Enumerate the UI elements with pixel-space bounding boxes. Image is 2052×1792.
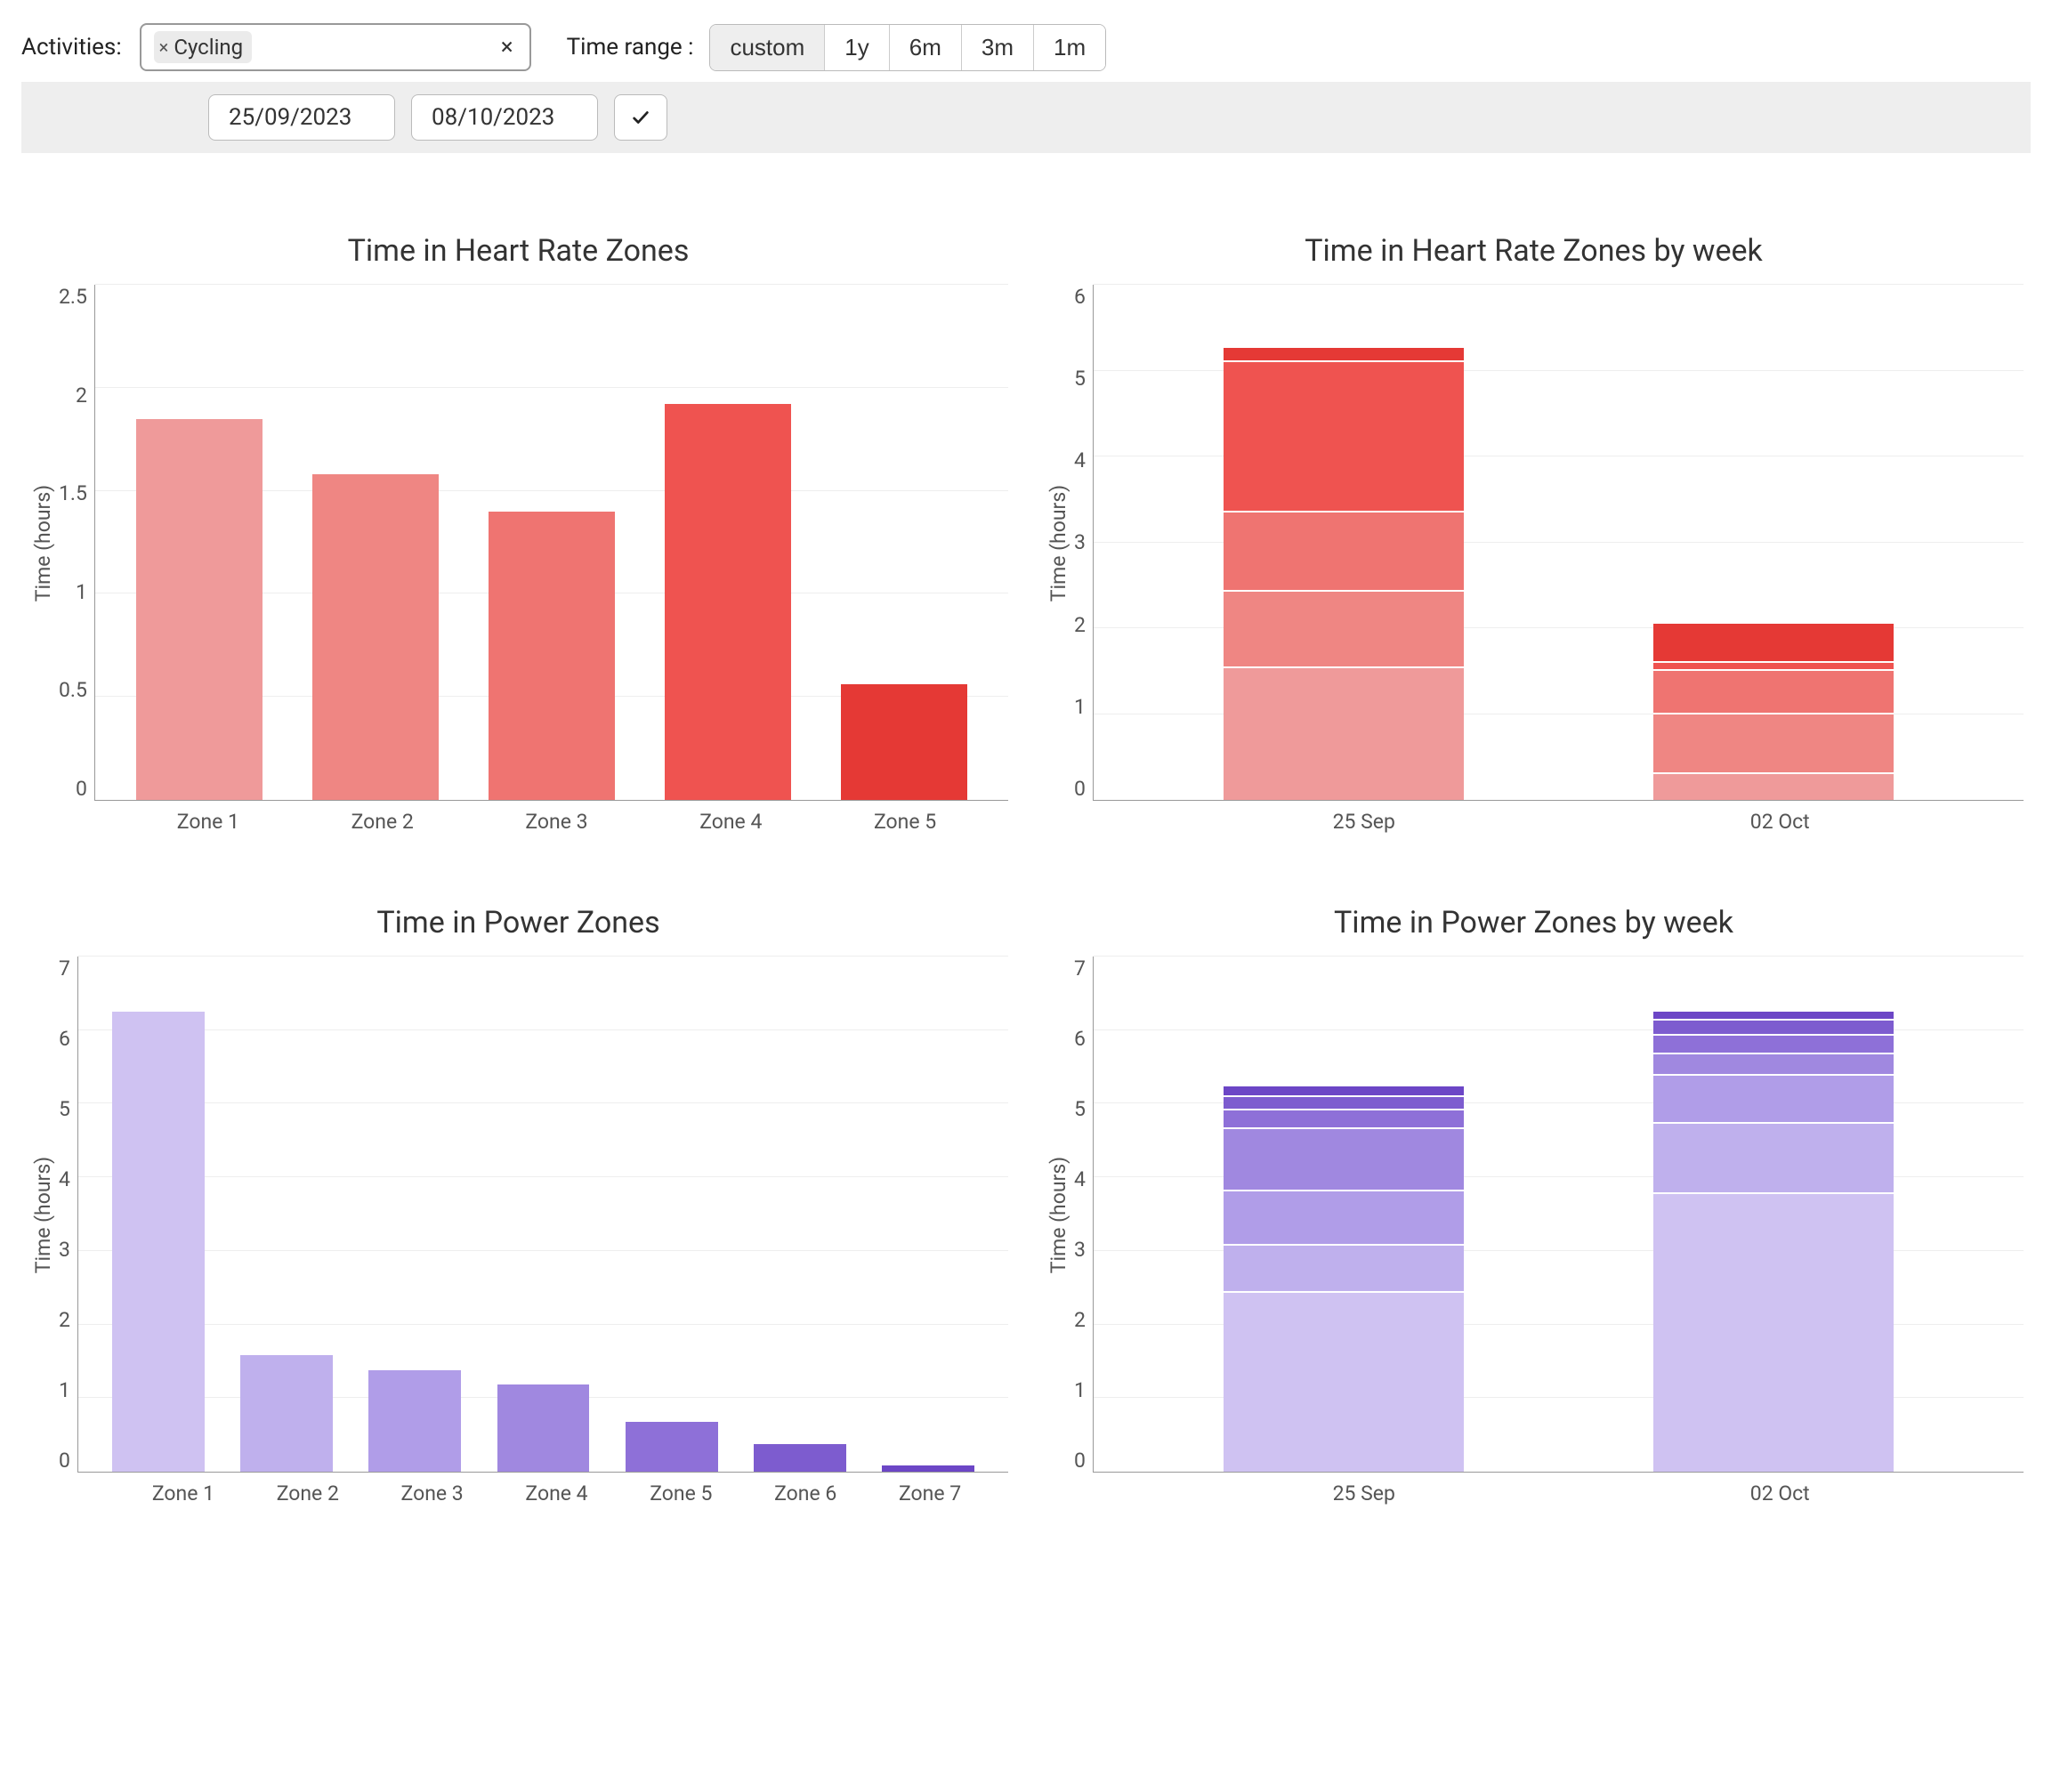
date-from-input[interactable]: 25/09/2023: [208, 94, 395, 141]
chart-hr_zones: Time in Heart Rate Zones Time (hours)2.52…: [28, 233, 1008, 834]
bar-segment: [1653, 713, 1894, 773]
stacked-bar[interactable]: [1653, 957, 1894, 1472]
date-to-input[interactable]: 08/10/2023: [411, 94, 598, 141]
time-range-option-1y[interactable]: 1y: [825, 25, 889, 70]
bar-segment: [1224, 1244, 1464, 1292]
x-axis-ticks: 25 Sep02 Oct: [1120, 1473, 2024, 1505]
x-axis-ticks: 25 Sep02 Oct: [1120, 801, 2024, 834]
time-range-label: Time range :: [567, 34, 694, 61]
time-range-option-6m[interactable]: 6m: [890, 25, 962, 70]
date-range-row: 25/09/2023 08/10/2023: [21, 82, 2031, 153]
chart-title: Time in Power Zones by week: [1044, 905, 2024, 940]
x-axis-ticks: Zone 1Zone 2Zone 3Zone 4Zone 5: [105, 801, 1008, 834]
chart-power_zones_week: Time in Power Zones by week Time (hours)7…: [1044, 905, 2024, 1505]
activities-multiselect[interactable]: × Cycling ×: [140, 23, 531, 71]
bar[interactable]: [136, 419, 263, 800]
y-axis-label: Time (hours): [1047, 1156, 1071, 1272]
bar[interactable]: [240, 1355, 333, 1472]
chart-hr_zones_week: Time in Heart Rate Zones by week Time (ho…: [1044, 233, 2024, 834]
activity-tag[interactable]: × Cycling: [154, 31, 252, 63]
plot-area: [1093, 957, 2024, 1473]
bar-segment: [1653, 1074, 1894, 1122]
bar-segment: [1653, 1192, 1894, 1472]
bar-segment: [1653, 624, 1894, 660]
bar-segment: [1224, 1291, 1464, 1472]
time-range-buttons: custom1y6m3m1m: [709, 24, 1106, 71]
stacked-bar[interactable]: [1224, 285, 1464, 800]
remove-tag-icon[interactable]: ×: [159, 36, 169, 58]
charts-grid: Time in Heart Rate ZonesTime (hours)2.52…: [21, 233, 2031, 1505]
chart-power_zones: Time in Power Zones Time (hours)76543210 Z…: [28, 905, 1008, 1505]
filter-row: Activities: × Cycling × Time range : cus…: [21, 18, 2031, 82]
bar[interactable]: [497, 1384, 590, 1472]
bar-segment: [1224, 1127, 1464, 1190]
bar-segment: [1653, 1034, 1894, 1053]
bar[interactable]: [626, 1422, 718, 1472]
activities-label: Activities:: [21, 34, 122, 61]
check-icon: [631, 108, 650, 127]
bar[interactable]: [489, 512, 616, 800]
chart-title: Time in Power Zones: [28, 905, 1008, 940]
bar-segment: [1653, 772, 1894, 800]
stacked-bar[interactable]: [1653, 285, 1894, 800]
x-axis-ticks: Zone 1Zone 2Zone 3Zone 4Zone 5Zone 6Zone…: [105, 1473, 1008, 1505]
bar-segment: [1224, 1086, 1464, 1095]
y-axis-ticks: 76543210: [59, 957, 77, 1473]
bar[interactable]: [665, 404, 792, 800]
apply-date-button[interactable]: [614, 94, 667, 141]
activity-tag-label: Cycling: [174, 35, 243, 60]
bar-segment: [1653, 1053, 1894, 1075]
time-range-option-3m[interactable]: 3m: [962, 25, 1034, 70]
y-axis-label: Time (hours): [32, 484, 56, 601]
y-axis-label: Time (hours): [1047, 484, 1071, 601]
bar-segment: [1653, 1122, 1894, 1192]
bar-segment: [1224, 511, 1464, 590]
chart-title: Time in Heart Rate Zones by week: [1044, 233, 2024, 269]
y-axis-label: Time (hours): [32, 1156, 56, 1272]
time-range-group: Time range : custom1y6m3m1m: [567, 24, 1106, 71]
bar-segment: [1653, 661, 1894, 670]
bar-segment: [1224, 1190, 1464, 1243]
stacked-bar[interactable]: [1224, 957, 1464, 1472]
chart-title: Time in Heart Rate Zones: [28, 233, 1008, 269]
bar-segment: [1653, 1012, 1894, 1019]
bar[interactable]: [882, 1465, 974, 1472]
bar-segment: [1653, 669, 1894, 712]
bar[interactable]: [312, 474, 440, 800]
bar-segment: [1224, 1095, 1464, 1109]
bar-segment: [1653, 1019, 1894, 1034]
plot-area: [77, 957, 1008, 1473]
bar[interactable]: [368, 1370, 461, 1472]
clear-all-icon[interactable]: ×: [497, 34, 517, 61]
bar-segment: [1224, 666, 1464, 800]
plot-area: [1093, 285, 2024, 801]
bar[interactable]: [754, 1444, 846, 1472]
time-range-option-custom[interactable]: custom: [710, 25, 825, 70]
bar-segment: [1224, 590, 1464, 667]
y-axis-ticks: 6543210: [1074, 285, 1093, 801]
plot-area: [94, 285, 1008, 801]
y-axis-ticks: 2.521.510.50: [59, 285, 94, 801]
y-axis-ticks: 76543210: [1074, 957, 1093, 1473]
bar-segment: [1224, 348, 1464, 360]
bar[interactable]: [112, 1012, 205, 1472]
time-range-option-1m[interactable]: 1m: [1034, 25, 1105, 70]
bar-segment: [1224, 360, 1464, 511]
bar[interactable]: [841, 684, 968, 800]
bar-segment: [1224, 1109, 1464, 1127]
